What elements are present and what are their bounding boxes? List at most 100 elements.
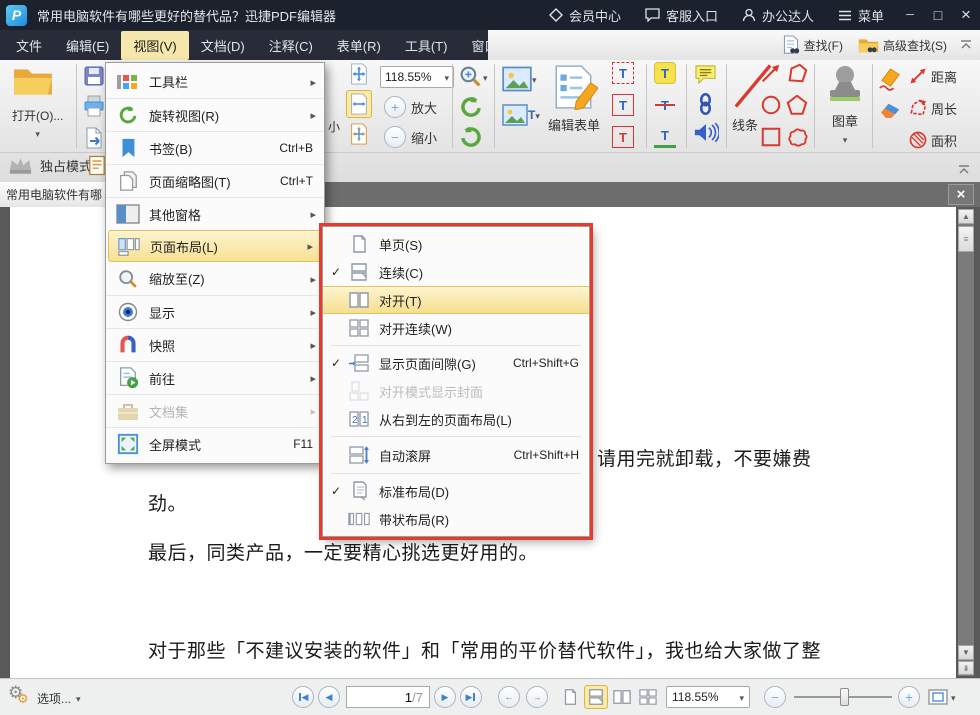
text-box-tool-button[interactable] [612, 62, 634, 84]
text-field-tool-button[interactable] [612, 94, 634, 116]
zoom-in-button[interactable]: ＋ 放大 [384, 96, 437, 118]
find-button[interactable]: 查找(F) [776, 35, 849, 55]
member-center-button[interactable]: 会员中心 [537, 0, 633, 30]
menu-item-other-panes[interactable]: 其他窗格 [106, 197, 324, 230]
rotate-cw-button[interactable] [458, 124, 484, 155]
scroll-up-icon[interactable]: ▲ [958, 209, 974, 224]
circle-tool-button[interactable] [760, 94, 782, 121]
text-insert-tool-button[interactable] [612, 126, 634, 148]
submenu-item-standard-layout[interactable]: 标准布局(D) [323, 477, 589, 505]
zoom-level-select[interactable]: 118.55% [380, 66, 454, 88]
distance-tool-button[interactable]: 距离 [908, 66, 957, 86]
menu-document[interactable]: 文档(D) [189, 31, 257, 60]
print-button[interactable] [82, 94, 106, 123]
menu-item-display[interactable]: 显示 [106, 295, 324, 328]
pencil-button[interactable] [878, 66, 903, 96]
continuous-layout-button[interactable] [584, 685, 608, 709]
maximize-button[interactable] [924, 0, 952, 30]
sticky-note-button[interactable] [694, 64, 717, 90]
menu-edit[interactable]: 编辑(E) [54, 31, 121, 60]
submenu-item-band-layout[interactable]: 带状布局(R) [323, 505, 589, 533]
zoom-out-slider-button[interactable]: － [764, 686, 786, 708]
status-zoom-select[interactable]: 118.55% [666, 686, 750, 708]
fit-visible-button[interactable] [346, 120, 372, 148]
rectangle-tool-button[interactable] [760, 126, 782, 153]
arrow-tool-button[interactable] [760, 62, 782, 89]
menu-item-toolbars[interactable]: 工具栏 [106, 65, 324, 98]
menu-item-fullscreen[interactable]: 全屏模式 F11 [106, 427, 324, 460]
zoom-slider-thumb[interactable] [840, 688, 849, 706]
zoom-out-button[interactable]: － 缩小 [384, 126, 437, 148]
last-page-button[interactable]: ▶ [460, 686, 482, 708]
vertical-scrollbar[interactable]: ▲ ≡ ▼ ⇟ [958, 209, 974, 676]
perimeter-tool-button[interactable]: 周长 [908, 98, 957, 118]
add-image-text-button[interactable]: T [502, 104, 540, 126]
fit-width-button[interactable] [346, 90, 372, 118]
view-forward-button[interactable]: → [526, 686, 548, 708]
collapse-toolbar-icon[interactable] [960, 40, 972, 50]
submenu-item-right-to-left[interactable]: 从右到左的页面布局(L) [323, 405, 589, 433]
edit-image-button[interactable] [502, 66, 537, 92]
underline-text-button[interactable] [654, 126, 676, 148]
single-page-layout-button[interactable] [558, 685, 582, 709]
highlight-text-button[interactable] [654, 62, 676, 84]
office-expert-button[interactable]: 办公达人 [730, 0, 826, 30]
scrollbar-thumb[interactable]: ≡ [958, 226, 974, 252]
first-page-button[interactable]: ◀ [292, 686, 314, 708]
polygon-tool-button[interactable] [786, 62, 808, 89]
scroll-fit-icon[interactable]: ⇟ [958, 661, 974, 675]
scroll-down-icon[interactable]: ▼ [958, 645, 974, 660]
page-number-input[interactable]: 1/7 [346, 686, 430, 708]
next-page-button[interactable]: ▶ [434, 686, 456, 708]
menu-item-page-thumbnails[interactable]: 页面缩略图(T) Ctrl+T [106, 164, 324, 197]
sound-button[interactable] [693, 122, 719, 148]
edit-form-button[interactable]: 编辑表单 [548, 64, 600, 134]
menu-item-goto[interactable]: 前往 [106, 361, 324, 394]
strikethrough-text-button[interactable] [654, 94, 676, 116]
menu-view[interactable]: 视图(V) [121, 30, 189, 60]
menu-comment[interactable]: 注释(C) [257, 31, 325, 60]
eraser-button[interactable] [878, 100, 903, 124]
area-tool-button[interactable]: 面积 [908, 130, 957, 150]
cloud-tool-button[interactable] [786, 126, 808, 153]
document-tab[interactable]: 常用电脑软件有哪 [0, 182, 112, 207]
menu-item-zoom-to[interactable]: 缩放至(Z) [106, 262, 324, 295]
pentagon-tool-button[interactable] [786, 94, 808, 121]
options-button[interactable]: ⚙ ⚙ 选项... [8, 683, 81, 710]
submenu-item-facing[interactable]: 对开(T) [323, 286, 589, 314]
submenu-item-continuous[interactable]: 连续(C) [323, 258, 589, 286]
submenu-item-show-page-gap[interactable]: 显示页面间隙(G) Ctrl+Shift+G [323, 349, 589, 377]
open-button[interactable]: 打开(O)... [12, 64, 63, 142]
menu-item-bookmarks[interactable]: 书签(B) Ctrl+B [106, 131, 324, 164]
menu-item-page-layout[interactable]: 页面布局(L) [108, 230, 322, 262]
menu-file[interactable]: 文件 [4, 31, 54, 60]
submenu-item-facing-continuous[interactable]: 对开连续(W) [323, 314, 589, 342]
menu-form[interactable]: 表单(R) [325, 31, 393, 60]
link-button[interactable] [697, 92, 714, 121]
app-menu-button[interactable]: 菜单 [826, 0, 896, 30]
menu-item-rotate-view[interactable]: 旋转视图(R) [106, 98, 324, 131]
exclusive-mode-button[interactable]: 独占模式 [8, 156, 92, 175]
open-caret-icon[interactable] [12, 124, 63, 142]
menu-tools[interactable]: 工具(T) [393, 31, 460, 60]
facing-continuous-layout-button[interactable] [636, 685, 660, 709]
view-back-button[interactable]: ← [498, 686, 520, 708]
collapse-row-button[interactable] [958, 162, 970, 180]
menu-item-snapshot[interactable]: 快照 [106, 328, 324, 361]
close-document-icon[interactable]: × [948, 184, 974, 205]
minimize-button[interactable] [896, 0, 924, 30]
advanced-find-button[interactable]: 高级查找(S) [852, 36, 953, 54]
previous-page-button[interactable]: ◀ [318, 686, 340, 708]
notes-panel-button[interactable] [88, 154, 106, 182]
rotate-ccw-button[interactable] [458, 94, 484, 125]
save-button[interactable] [82, 64, 106, 93]
fit-mode-button[interactable] [928, 688, 956, 706]
submenu-item-single-page[interactable]: 单页(S) [323, 230, 589, 258]
customer-service-button[interactable]: 客服入口 [633, 0, 730, 30]
stamp-button[interactable]: 图章 [822, 64, 868, 148]
marquee-zoom-button[interactable] [458, 64, 488, 89]
facing-layout-button[interactable] [610, 685, 634, 709]
submenu-item-auto-scroll[interactable]: 自动滚屏 Ctrl+Shift+H [323, 440, 589, 470]
close-button[interactable] [952, 0, 980, 30]
zoom-in-slider-button[interactable]: ＋ [898, 686, 920, 708]
